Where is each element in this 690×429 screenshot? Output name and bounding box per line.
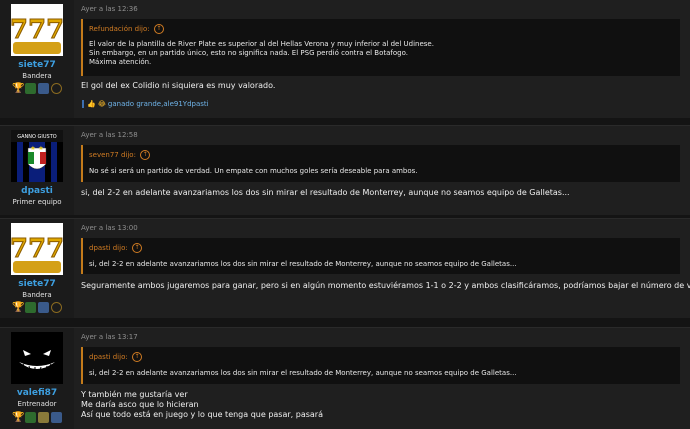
user-badges: 🏆 [12, 83, 62, 94]
quote-line: Sin embargo, en un partido único, esto n… [89, 49, 408, 57]
post-message: Seguramente ambos jugaremos para ganar, … [81, 281, 690, 291]
user-panel: 777 siete77 Bandera 🏆 [0, 219, 75, 318]
quote-block: dpasti dijo: ↑ si, del 2-2 en adelante a… [81, 347, 680, 384]
message-line: Me daría asco que lo hicieran [81, 400, 199, 409]
quote-line: si, del 2-2 en adelante avanzariamos los… [89, 369, 517, 377]
arrow-up-icon[interactable]: ↑ [131, 352, 142, 362]
post-content: Ayer a las 12:58 seven77 dijo: ↑ No sé s… [74, 126, 690, 215]
quote-author[interactable]: Refundación dijo: ↑ [89, 24, 164, 34]
svg-text:★: ★ [30, 145, 35, 152]
avatar[interactable]: GANNO GIUSTO ★ ★ [11, 130, 63, 182]
post-content: Ayer a las 13:17 dpasti dijo: ↑ si, del … [74, 328, 690, 429]
user-panel: valefi87 Entrenador 🏆 [0, 328, 75, 429]
user-role: Entrenador [17, 400, 57, 408]
quote-text: El valor de la plantilla de River Plate … [89, 40, 434, 67]
quote-author[interactable]: seven77 dijo: ↑ [89, 150, 151, 160]
avatar[interactable]: 777 [11, 223, 63, 275]
player-badge-icon[interactable] [25, 83, 36, 94]
laurel-icon[interactable] [51, 83, 62, 94]
player-badge-icon[interactable] [38, 83, 49, 94]
player-badge-icon[interactable] [38, 412, 49, 423]
post: 777 siete77 Bandera 🏆 Ayer a las 13:00 d… [0, 218, 690, 318]
post-timestamp[interactable]: Ayer a las 12:36 [81, 5, 138, 13]
post-timestamp[interactable]: Ayer a las 13:00 [81, 224, 138, 232]
quote-block: seven77 dijo: ↑ No sé si será un partido… [81, 145, 680, 182]
user-panel: GANNO GIUSTO ★ ★ dpasti Primer equipo [0, 126, 75, 215]
username[interactable]: siete77 [0, 279, 74, 289]
quote-text: si, del 2-2 en adelante avanzariamos los… [89, 369, 517, 378]
laurel-icon[interactable] [51, 302, 62, 313]
trophy-icon[interactable]: 🏆 [12, 83, 24, 94]
post-message: Y también me gustaría ver Me daría asco … [81, 390, 323, 420]
user-role: Bandera [22, 72, 52, 80]
quote-line: Máxima atención. [89, 58, 152, 66]
post: GANNO GIUSTO ★ ★ dpasti Primer equipo Ay… [0, 125, 690, 215]
arrow-up-icon[interactable]: ↑ [153, 24, 164, 34]
quote-line: si, del 2-2 en adelante avanzariamos los… [89, 260, 517, 268]
post-content: Ayer a las 13:00 dpasti dijo: ↑ si, del … [74, 219, 690, 318]
avatar[interactable] [11, 332, 63, 384]
player-badge-icon[interactable] [25, 302, 36, 313]
post-timestamp[interactable]: Ayer a las 12:58 [81, 131, 138, 139]
message-line: Seguramente ambos jugaremos para ganar, … [81, 281, 690, 290]
username[interactable]: dpasti [0, 186, 74, 196]
quote-author-label: dpasti dijo: [89, 244, 128, 252]
avatar-777-text: 777 [11, 15, 63, 45]
reactions-list[interactable]: ganado grande,ale91Ydpasti [108, 100, 209, 108]
player-badge-icon[interactable] [38, 302, 49, 313]
message-line: Así que todo está en juego y lo que teng… [81, 410, 323, 419]
post: 777 siete77 Bandera 🏆 Ayer a las 12:36 R… [0, 0, 690, 118]
avatar-777-text: 777 [11, 234, 63, 264]
user-panel: 777 siete77 Bandera 🏆 [0, 0, 75, 118]
player-badge-icon[interactable] [51, 412, 62, 423]
message-line: Y también me gustaría ver [81, 390, 188, 399]
quote-line: No sé si será un partido de verdad. Un e… [89, 167, 418, 175]
avatar-caption: GANNO GIUSTO [17, 134, 57, 140]
quote-line: El valor de la plantilla de River Plate … [89, 40, 434, 48]
post-timestamp[interactable]: Ayer a las 13:17 [81, 333, 138, 341]
user-badges: 🏆 [12, 412, 62, 423]
quote-text: si, del 2-2 en adelante avanzariamos los… [89, 260, 517, 269]
thumbs-up-icon: 👍 [87, 100, 96, 108]
user-badges: 🏆 [12, 302, 62, 313]
arrow-up-icon[interactable]: ↑ [140, 150, 151, 160]
user-role: Primer equipo [12, 198, 62, 206]
username[interactable]: valefi87 [0, 388, 74, 398]
trophy-icon[interactable]: 🏆 [12, 412, 24, 423]
message-line: El gol del ex Colidio ni siquiera es muy… [81, 81, 276, 90]
arrow-up-icon[interactable]: ↑ [131, 243, 142, 253]
avatar[interactable]: 777 [11, 4, 63, 56]
post: valefi87 Entrenador 🏆 Ayer a las 13:17 d… [0, 327, 690, 429]
trophy-icon[interactable]: 🏆 [12, 302, 24, 313]
quote-author-label: seven77 dijo: [89, 151, 136, 159]
quote-author-label: dpasti dijo: [89, 353, 128, 361]
message-line: si, del 2-2 en adelante avanzariamos los… [81, 188, 570, 197]
quote-author-label: Refundación dijo: [89, 25, 150, 33]
post-message: El gol del ex Colidio ni siquiera es muy… [81, 81, 275, 91]
player-badge-icon[interactable] [25, 412, 36, 423]
reactions-bar[interactable]: 👍 😂 ganado grande,ale91Ydpasti [82, 100, 209, 108]
user-role: Bandera [22, 291, 52, 299]
quote-author[interactable]: dpasti dijo: ↑ [89, 243, 142, 253]
post-message: si, del 2-2 en adelante avanzariamos los… [81, 188, 570, 198]
quote-text: No sé si será un partido de verdad. Un e… [89, 167, 418, 176]
quote-block: dpasti dijo: ↑ si, del 2-2 en adelante a… [81, 238, 680, 274]
username[interactable]: siete77 [0, 60, 74, 70]
svg-text:★: ★ [38, 145, 43, 152]
laugh-icon: 😂 [97, 100, 106, 108]
post-content: Ayer a las 12:36 Refundación dijo: ↑ El … [74, 0, 690, 118]
quote-author[interactable]: dpasti dijo: ↑ [89, 352, 142, 362]
quote-block: Refundación dijo: ↑ El valor de la plant… [81, 19, 680, 76]
